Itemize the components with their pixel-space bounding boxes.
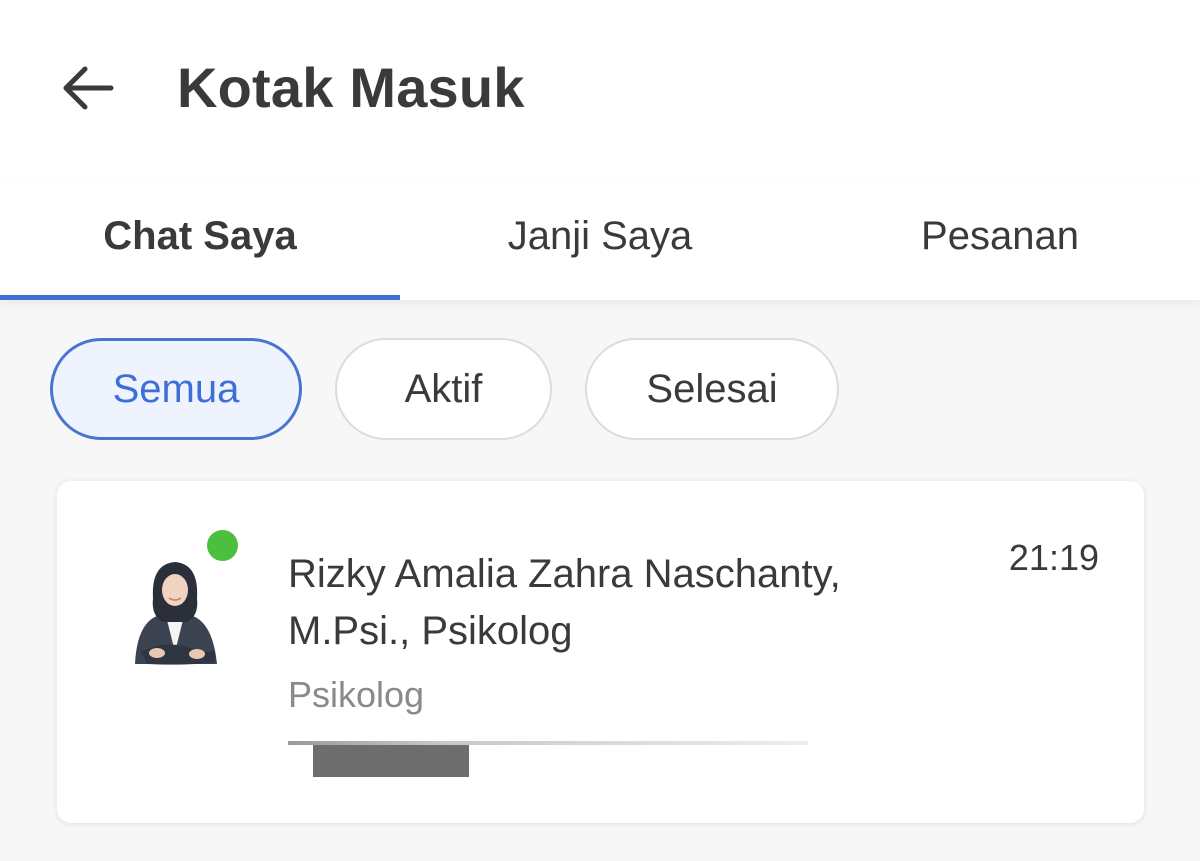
tab-janji-saya[interactable]: Janji Saya (400, 180, 800, 300)
chat-contact-role: Psikolog (288, 674, 425, 715)
filter-selesai-chip[interactable]: Selesai (585, 338, 839, 440)
filter-chips: Semua Aktif Selesai (50, 338, 839, 440)
redaction-block (313, 745, 469, 777)
tab-bar: Chat Saya Janji Saya Pesanan (0, 180, 1200, 300)
filter-semua-chip[interactable]: Semua (50, 338, 302, 440)
online-status-dot (207, 530, 238, 561)
tab-pesanan[interactable]: Pesanan (800, 180, 1200, 300)
chat-list-item[interactable]: Rizky Amalia Zahra Naschanty, M.Psi., Ps… (57, 481, 1144, 823)
avatar (135, 562, 217, 665)
app-header: Kotak Masuk (0, 0, 1200, 180)
arrow-left-icon (63, 66, 114, 110)
chat-contact-name: Rizky Amalia Zahra Naschanty, M.Psi., Ps… (288, 552, 841, 653)
chat-timestamp: 21:19 (1008, 537, 1099, 578)
filter-aktif-chip[interactable]: Aktif (335, 338, 552, 440)
page-title: Kotak Masuk (177, 56, 525, 119)
tab-chat-saya[interactable]: Chat Saya (0, 180, 400, 300)
back-button[interactable] (58, 58, 118, 118)
